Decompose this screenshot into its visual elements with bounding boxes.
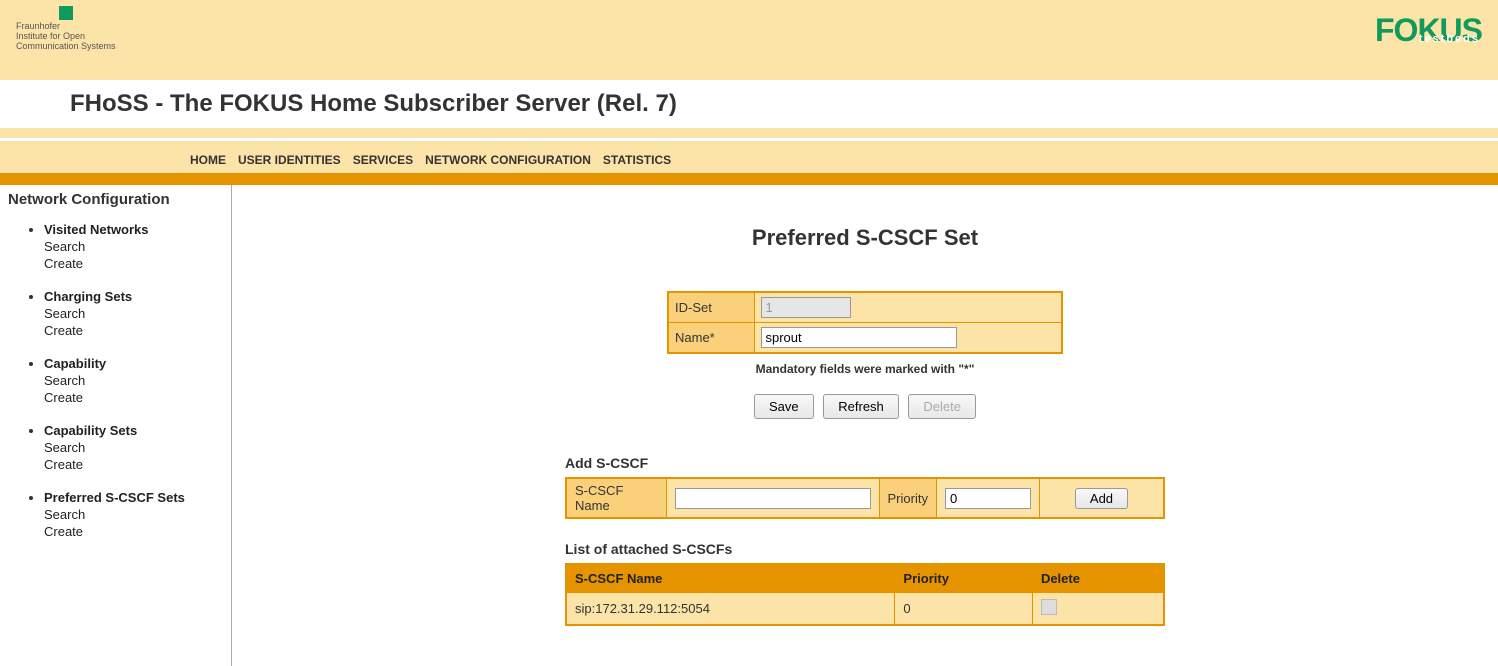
sidebar-link-create[interactable]: Create [44, 256, 223, 271]
sidebar-link-create[interactable]: Create [44, 323, 223, 338]
action-buttons: Save Refresh Delete [242, 394, 1488, 419]
menu-network-configuration[interactable]: NETWORK CONFIGURATION [425, 153, 591, 167]
sidebar-group-title: Visited Networks [44, 222, 223, 237]
menu-statistics[interactable]: STATISTICS [603, 153, 671, 167]
main-menu: HOME USER IDENTITIES SERVICES NETWORK CO… [0, 147, 1498, 173]
row-delete-button[interactable] [1041, 599, 1057, 615]
name-field[interactable] [761, 327, 957, 348]
name-label: Name* [668, 323, 754, 354]
fraunhofer-mark-icon [59, 6, 73, 20]
sidebar-group-title: Capability Sets [44, 423, 223, 438]
save-button[interactable]: Save [754, 394, 814, 419]
scscf-set-form: ID-Set Name* [667, 291, 1063, 354]
sidebar-group-preferred-scscf-sets: Preferred S-CSCF Sets Search Create [44, 490, 223, 539]
add-scscf-button[interactable]: Add [1075, 488, 1128, 509]
row-priority: 0 [895, 593, 1033, 626]
table-row: sip:172.31.29.112:5054 0 [566, 593, 1164, 626]
mandatory-hint: Mandatory fields were marked with "*" [242, 362, 1488, 376]
refresh-button[interactable]: Refresh [823, 394, 899, 419]
sidebar-group-charging-sets: Charging Sets Search Create [44, 289, 223, 338]
sidebar-group-capability-sets: Capability Sets Search Create [44, 423, 223, 472]
stripe [0, 128, 1498, 138]
sidebar-link-search[interactable]: Search [44, 507, 223, 522]
sidebar-link-create[interactable]: Create [44, 390, 223, 405]
fokus-logo-sub: testbeds [1419, 33, 1480, 45]
col-priority: Priority [895, 564, 1033, 593]
sidebar-group-visited-networks: Visited Networks Search Create [44, 222, 223, 271]
col-scscf-name: S-CSCF Name [566, 564, 895, 593]
id-set-field [761, 297, 851, 318]
page-title-row: FHoSS - The FOKUS Home Subscriber Server… [0, 80, 1498, 128]
row-scscf-name: sip:172.31.29.112:5054 [566, 593, 895, 626]
attached-scscf-table: S-CSCF Name Priority Delete sip:172.31.2… [565, 563, 1165, 626]
add-priority-label: Priority [879, 478, 936, 518]
fokus-logo: FOKUS testbeds [1375, 6, 1482, 49]
add-scscf-section-label: Add S-CSCF [565, 455, 1165, 471]
menu-services[interactable]: SERVICES [353, 153, 413, 167]
menu-user-identities[interactable]: USER IDENTITIES [238, 153, 341, 167]
page-title: FHoSS - The FOKUS Home Subscriber Server… [70, 90, 1498, 118]
main-content: Preferred S-CSCF Set ID-Set Name* Mandat… [232, 185, 1498, 666]
sidebar-heading: Network Configuration [8, 191, 223, 208]
sidebar-link-search[interactable]: Search [44, 306, 223, 321]
id-set-label: ID-Set [668, 292, 754, 323]
sidebar: Network Configuration Visited Networks S… [0, 185, 232, 666]
sidebar-group-title: Charging Sets [44, 289, 223, 304]
sidebar-link-create[interactable]: Create [44, 457, 223, 472]
add-scscf-form: S-CSCF Name Priority Add [565, 477, 1165, 519]
sidebar-group-title: Preferred S-CSCF Sets [44, 490, 223, 505]
sidebar-link-search[interactable]: Search [44, 373, 223, 388]
add-scscf-priority-field[interactable] [945, 488, 1031, 509]
orange-divider [0, 173, 1498, 185]
sidebar-link-search[interactable]: Search [44, 239, 223, 254]
add-scscf-name-field[interactable] [675, 488, 871, 509]
fraunhofer-logo: Fraunhofer Institute for Open Communicat… [16, 6, 116, 52]
content-heading: Preferred S-CSCF Set [242, 225, 1488, 251]
add-name-label: S-CSCF Name [566, 478, 666, 518]
sidebar-link-create[interactable]: Create [44, 524, 223, 539]
sidebar-group-title: Capability [44, 356, 223, 371]
sidebar-link-search[interactable]: Search [44, 440, 223, 455]
logo-text-3: Communication Systems [16, 42, 116, 52]
sidebar-group-capability: Capability Search Create [44, 356, 223, 405]
delete-button: Delete [908, 394, 976, 419]
menu-home[interactable]: HOME [190, 153, 226, 167]
top-banner: Fraunhofer Institute for Open Communicat… [0, 0, 1498, 80]
list-scscf-section-label: List of attached S-CSCFs [565, 541, 1165, 557]
col-delete: Delete [1032, 564, 1164, 593]
